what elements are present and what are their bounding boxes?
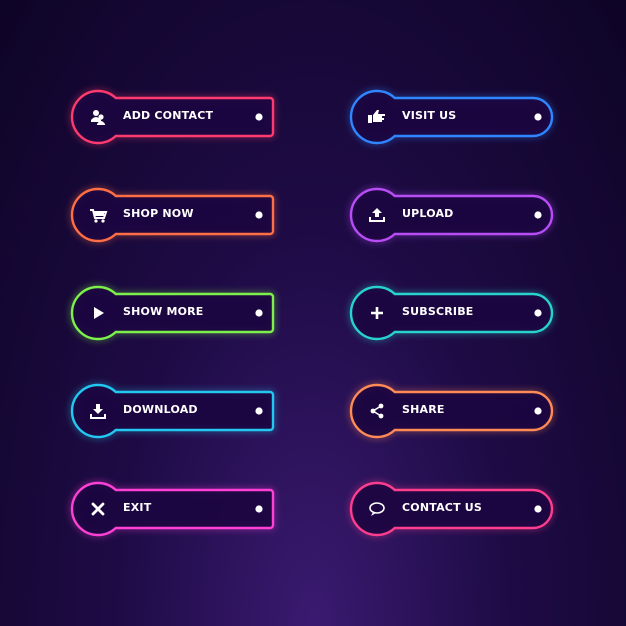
indicator-dot [255,407,263,415]
indicator-dot [534,505,542,513]
subscribe-button[interactable]: SUBSCRIBE [347,283,562,343]
button-label: DOWNLOAD [123,403,198,416]
indicator-dot [534,113,542,121]
shop-now-button[interactable]: SHOP NOW [68,185,283,245]
button-label: SHOP NOW [123,207,194,220]
upload-button[interactable]: UPLOAD [347,185,562,245]
button-label: ADD CONTACT [123,109,214,122]
indicator-dot [255,309,263,317]
visit-us-button[interactable]: VISIT US [347,87,562,147]
add-contact-button[interactable]: ADD CONTACT [68,87,283,147]
neon-button-set: ADD CONTACT SHOP NOW SHOW MORE DOWNLOAD [0,0,626,626]
indicator-dot [255,505,263,513]
indicator-dot [534,309,542,317]
download-button[interactable]: DOWNLOAD [68,381,283,441]
button-outline [347,185,556,245]
indicator-dot [534,407,542,415]
button-label: SHOW MORE [123,305,204,318]
show-more-button[interactable]: SHOW MORE [68,283,283,343]
contact-us-button[interactable]: CONTACT US [347,479,562,539]
exit-button[interactable]: EXIT [68,479,283,539]
button-label: SUBSCRIBE [402,305,474,318]
button-label: CONTACT US [402,501,483,514]
button-label: EXIT [123,501,152,514]
indicator-dot [534,211,542,219]
button-label: UPLOAD [402,207,454,220]
indicator-dot [255,211,263,219]
share-button[interactable]: SHARE [347,381,562,441]
indicator-dot [255,113,263,121]
button-outline [68,479,277,539]
button-label: SHARE [402,403,445,416]
button-outline [347,381,556,441]
button-label: VISIT US [402,109,457,122]
